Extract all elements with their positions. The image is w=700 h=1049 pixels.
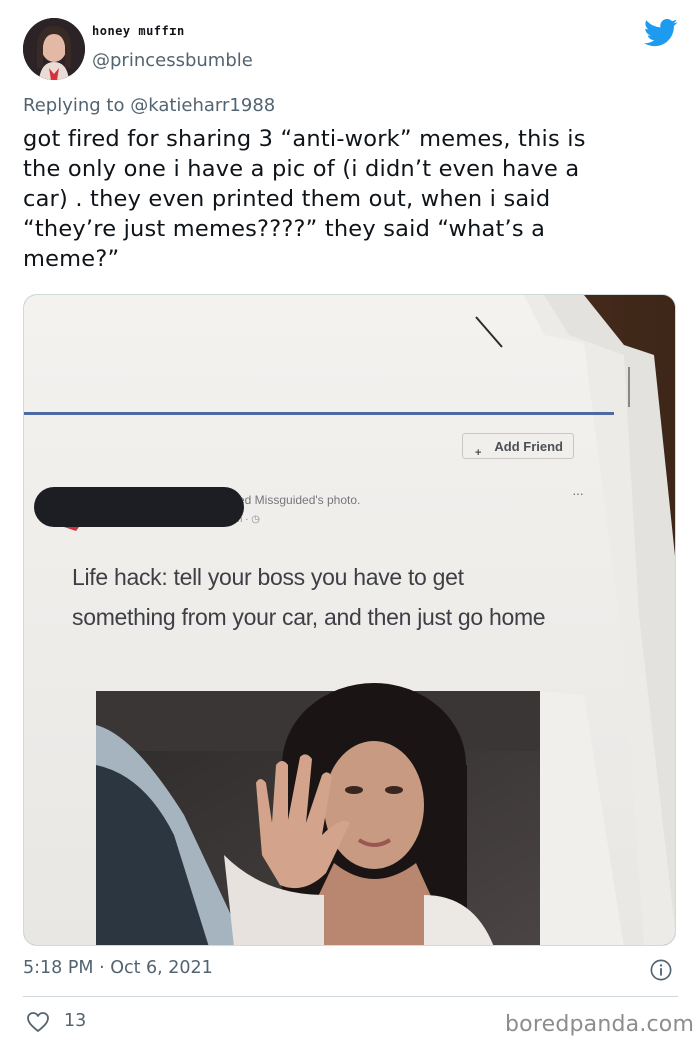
replying-to: Replying to @katieharr1988	[23, 95, 275, 116]
add-friend-icon: +	[475, 447, 482, 459]
tweet-photo[interactable]: + Add Friend ed Missguided's photo. m · …	[23, 294, 676, 946]
like-count: 13	[64, 1011, 87, 1031]
info-icon[interactable]	[650, 959, 672, 981]
user-handle[interactable]: @princessbumble	[92, 50, 253, 71]
post-text: Life hack: tell your boss you have to ge…	[72, 564, 546, 630]
redaction-bar	[34, 487, 244, 527]
tweet-timestamp[interactable]: 5:18 PM · Oct 6, 2021	[23, 958, 213, 978]
display-name[interactable]: honey muffɪn	[92, 24, 185, 38]
reply-target-link[interactable]: @katieharr1988	[130, 95, 275, 116]
post-meta: ed Missguided's photo.	[238, 493, 361, 507]
add-friend-label: Add Friend	[494, 439, 563, 454]
heart-icon[interactable]	[26, 1011, 50, 1033]
more-options-icon: ···	[572, 485, 584, 501]
watermark: boredpanda.com	[505, 1012, 695, 1037]
add-friend-button[interactable]: + Add Friend	[462, 433, 574, 459]
twitter-bird-icon[interactable]	[644, 18, 678, 48]
avatar[interactable]	[23, 18, 85, 80]
divider	[23, 996, 678, 997]
tweet-card: honey muffɪn @princessbumble Replying to…	[0, 0, 700, 1049]
reply-prefix: Replying to	[23, 95, 125, 116]
tweet-text: got fired for sharing 3 “anti-work” meme…	[23, 126, 586, 272]
